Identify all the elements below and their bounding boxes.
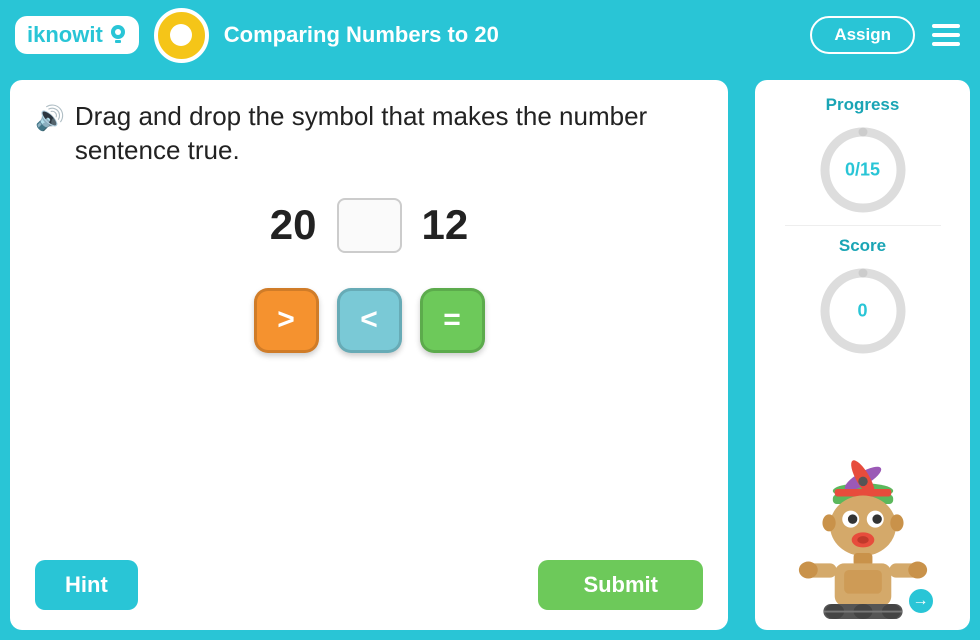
progress-value: 0/15 — [845, 160, 880, 181]
score-value: 0 — [857, 301, 867, 322]
submit-button[interactable]: Submit — [538, 560, 703, 610]
logo-text: iknowit — [27, 22, 103, 48]
hint-button[interactable]: Hint — [35, 560, 138, 610]
next-button[interactable]: → — [907, 587, 935, 615]
left-panel: 🔊 Drag and drop the symbol that makes th… — [10, 80, 728, 630]
symbol-gt-label: > — [277, 303, 295, 337]
symbol-gt[interactable]: > — [254, 288, 319, 353]
question-area: 🔊 Drag and drop the symbol that makes th… — [35, 100, 703, 168]
header: iknowit Comparing Numbers to 20 Assign — [0, 0, 980, 70]
bottom-buttons: Hint Submit — [35, 560, 703, 610]
vertical-divider — [740, 80, 743, 630]
left-number: 20 — [270, 201, 317, 249]
hamburger-line-2 — [932, 33, 960, 37]
lesson-title: Comparing Numbers to 20 — [224, 22, 811, 48]
main-area: 🔊 Drag and drop the symbol that makes th… — [0, 70, 980, 640]
number-row: 20 12 — [35, 198, 703, 253]
mascot-area: → — [783, 366, 943, 620]
right-number: 12 — [422, 201, 469, 249]
right-panel: Progress 0/15 Score 0 — [755, 80, 970, 630]
sound-icon[interactable]: 🔊 — [35, 103, 65, 134]
progress-circle: 0/15 — [818, 125, 908, 215]
assign-button[interactable]: Assign — [810, 16, 915, 54]
next-icon: → — [913, 592, 929, 610]
drop-target[interactable] — [337, 198, 402, 253]
symbol-eq[interactable]: = — [420, 288, 485, 353]
divider-1 — [785, 225, 941, 226]
hamburger-line-3 — [932, 42, 960, 46]
title-circle — [154, 8, 209, 63]
hamburger-line-1 — [932, 24, 960, 28]
logo: iknowit — [15, 16, 139, 54]
bulb-icon — [109, 24, 127, 46]
symbol-eq-label: = — [443, 303, 461, 337]
question-text: Drag and drop the symbol that makes the … — [75, 100, 703, 168]
symbol-lt[interactable]: < — [337, 288, 402, 353]
symbols-row: > < = — [35, 288, 703, 353]
title-circle-inner — [170, 24, 192, 46]
progress-label: Progress — [826, 95, 900, 115]
hamburger-button[interactable] — [927, 19, 965, 51]
symbol-lt-label: < — [360, 303, 378, 337]
score-circle: 0 — [818, 266, 908, 356]
score-label: Score — [839, 236, 886, 256]
